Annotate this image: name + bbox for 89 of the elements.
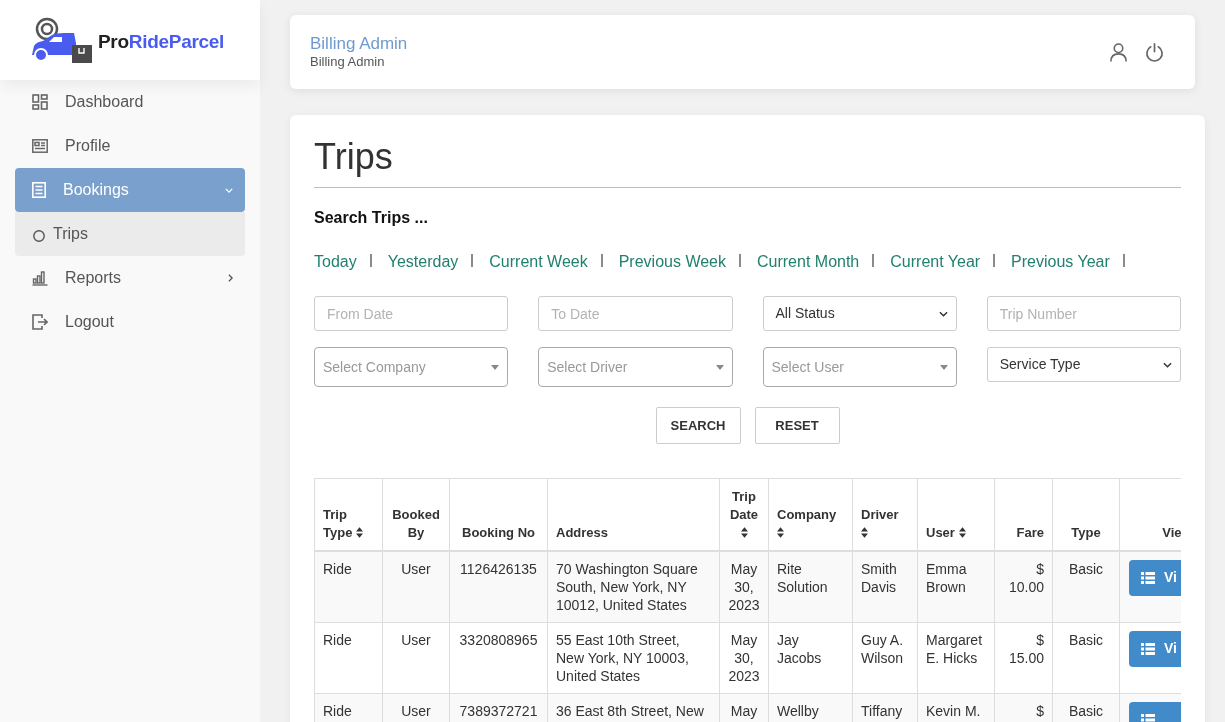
search-button[interactable]: SEARCH — [655, 407, 741, 444]
table-cell: 55 East 10th Street, New York, NY 10003, United States — [547, 622, 720, 693]
column-header[interactable]: User — [917, 478, 995, 551]
column-header: Booked By — [382, 478, 450, 551]
table-cell: $ — [994, 693, 1053, 722]
view-button[interactable]: Vi — [1129, 630, 1181, 667]
section-heading: Search Trips ... — [314, 208, 429, 228]
column-header: Vie — [1119, 478, 1181, 551]
table-cell: Smith Davis — [852, 550, 918, 622]
table-cell: $ 15.00 — [994, 622, 1053, 693]
table-cell: Emma Brown — [917, 550, 995, 622]
car-logo-icon — [30, 17, 92, 63]
list-icon — [1141, 642, 1155, 655]
sort-icon[interactable] — [777, 526, 784, 538]
sidebar-item[interactable]: Reports — [15, 256, 245, 300]
table-cell: Basic — [1052, 550, 1120, 622]
table-cell: User — [382, 693, 450, 722]
input-field[interactable]: To Date — [538, 296, 733, 331]
caret-down-icon — [491, 364, 500, 370]
table-cell: Basic — [1052, 622, 1120, 693]
date-range-link[interactable]: Current Month — [757, 251, 860, 273]
date-range-link[interactable]: Yesterday — [387, 251, 459, 273]
sort-icon[interactable] — [740, 526, 748, 538]
user-role: Billing Admin — [310, 54, 386, 70]
table-cell: Ride — [314, 693, 383, 722]
dropdown[interactable]: All Status — [762, 296, 957, 331]
table-cell: Margaret E. Hicks — [917, 622, 995, 693]
column-header: Booking No — [449, 478, 548, 551]
input-field[interactable]: From Date — [314, 296, 509, 331]
table-cell: Ride — [314, 550, 383, 622]
reset-button[interactable]: RESET — [754, 407, 840, 444]
submenu-item[interactable]: Trips — [15, 212, 245, 256]
list-icon — [1141, 713, 1155, 722]
column-header: Type — [1052, 478, 1120, 551]
sidebar-item[interactable]: Profile — [15, 124, 245, 168]
date-range-link[interactable]: Current Year — [890, 251, 981, 273]
logo-text: ProRideParcel — [98, 29, 224, 54]
view-button[interactable]: Vi — [1129, 559, 1181, 596]
logout-icon — [32, 314, 48, 330]
table-cell: 70 Washington Square South, New York, NY 10012, United States — [547, 550, 720, 622]
input-field[interactable]: Trip Number — [986, 296, 1181, 331]
date-range-link[interactable]: Today — [314, 251, 357, 273]
document-icon — [32, 182, 46, 198]
table-cell: Rite Solution — [768, 550, 853, 622]
user-name: Billing Admin — [310, 34, 408, 54]
table-cell: Ride — [314, 622, 383, 693]
column-header[interactable]: Driver — [852, 478, 918, 551]
date-range-link[interactable]: Current Week — [489, 251, 588, 273]
table-cell: May — [719, 693, 769, 722]
column-header[interactable]: Trip Date — [719, 478, 769, 551]
table-cell: User — [382, 622, 450, 693]
chevron-down-icon — [1163, 361, 1172, 368]
sort-icon[interactable] — [356, 526, 363, 538]
column-header: Address — [547, 478, 720, 551]
column-header[interactable]: Company — [768, 478, 853, 551]
circle-icon — [33, 229, 45, 242]
sort-icon[interactable] — [958, 526, 966, 538]
bar-chart-icon — [32, 270, 48, 286]
table-cell: May 30, 2023 — [719, 622, 769, 693]
power-icon[interactable] — [1145, 42, 1164, 62]
table-cell: User — [382, 550, 450, 622]
table-cell: Basic — [1052, 693, 1120, 722]
table-cell: $ 10.00 — [994, 550, 1053, 622]
table-cell: Kevin M. — [917, 693, 995, 722]
column-header: Fare — [994, 478, 1053, 551]
table-cell: 7389372721 — [449, 693, 548, 722]
date-range-link[interactable]: Previous Week — [618, 251, 726, 273]
table-cell: 1126426135 — [449, 550, 548, 622]
sidebar-item[interactable]: Logout — [15, 300, 245, 344]
column-header[interactable]: Trip Type — [314, 478, 383, 551]
table-cell: Guy A. Wilson — [852, 622, 918, 693]
table-cell: May 30, 2023 — [719, 550, 769, 622]
sort-icon[interactable] — [861, 526, 868, 538]
sidebar-item[interactable]: Dashboard — [15, 80, 245, 124]
table-cell: 3320808965 — [449, 622, 548, 693]
dropdown[interactable]: Service Type — [986, 347, 1181, 382]
dashboard-icon — [32, 94, 48, 110]
list-icon — [1141, 571, 1155, 584]
id-card-icon — [32, 139, 48, 153]
date-range-link[interactable]: Previous Year — [1011, 251, 1110, 273]
table-cell: 36 East 8th Street, New — [547, 693, 720, 722]
chevron-down-icon — [938, 310, 948, 317]
page-title: Trips — [314, 135, 394, 179]
table-cell: Tiffany — [852, 693, 918, 722]
table-cell: Jay Jacobs — [768, 622, 853, 693]
user-icon[interactable] — [1110, 42, 1127, 62]
caret-down-icon — [715, 364, 724, 370]
caret-down-icon — [939, 364, 948, 370]
table-cell: Wellby — [768, 693, 853, 722]
